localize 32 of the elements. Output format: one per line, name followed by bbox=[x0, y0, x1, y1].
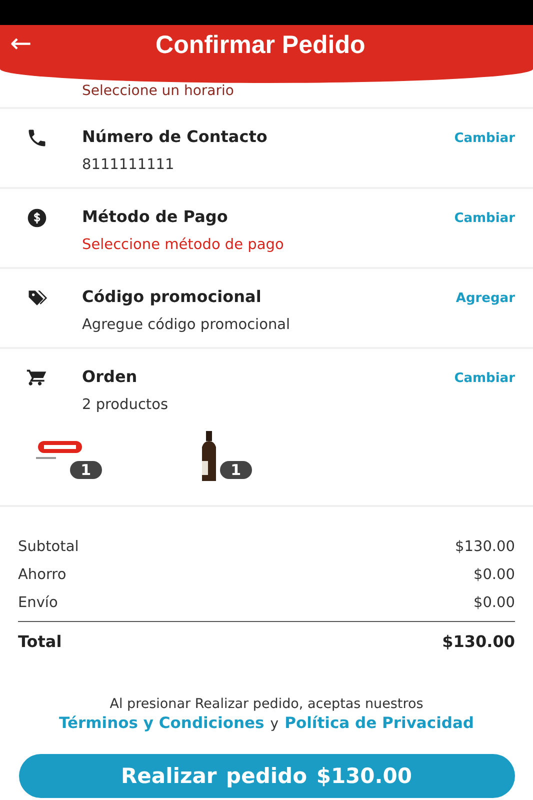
terms-notice: Al presionar Realizar pedido, aceptas nuestros bbox=[108, 696, 424, 712]
total-label: Ahorro bbox=[18, 566, 66, 585]
schedule-hint: Seleccione un horario bbox=[81, 83, 235, 101]
section-action-link[interactable]: Cambiar bbox=[454, 207, 515, 229]
total-label: Subtotal bbox=[18, 538, 79, 557]
grand-total-amount: $130.00 bbox=[442, 631, 515, 653]
section-value: Agregue código promocional bbox=[82, 317, 292, 333]
grand-total-label: Total bbox=[18, 631, 62, 653]
total-amount: $0.00 bbox=[473, 594, 515, 613]
section-title: Método de Pago bbox=[82, 207, 229, 228]
conjunction-text: y bbox=[270, 716, 279, 732]
terms-link[interactable]: Términos y Condiciones bbox=[58, 714, 264, 732]
section-value: 8111111111 bbox=[82, 157, 176, 173]
quantity-badge: 1 bbox=[220, 461, 252, 479]
section-action-link[interactable]: Cambiar bbox=[454, 367, 515, 389]
back-button[interactable]: ← bbox=[0, 29, 32, 59]
total-label: Envío bbox=[18, 594, 58, 613]
section-title: Orden bbox=[82, 367, 138, 388]
section-value: Seleccione método de pago bbox=[82, 237, 285, 253]
dollar-icon bbox=[26, 207, 48, 229]
quantity-badge: 1 bbox=[70, 461, 102, 479]
section-title: Número de Contacto bbox=[82, 127, 268, 148]
section-action-link[interactable]: Cambiar bbox=[454, 127, 515, 149]
total-amount: $0.00 bbox=[473, 566, 515, 585]
total-amount: $130.00 bbox=[455, 538, 515, 557]
section-title: Código promocional bbox=[82, 287, 262, 308]
place-order-button[interactable]: Realizar pedido $130.00 bbox=[18, 754, 514, 798]
privacy-link[interactable]: Política de Privacidad bbox=[284, 714, 474, 732]
phone-icon bbox=[26, 127, 48, 149]
section-value: 2 productos bbox=[82, 397, 170, 413]
page-title: Confirmar Pedido bbox=[154, 30, 366, 61]
section-action-link[interactable]: Agregar bbox=[456, 287, 515, 309]
